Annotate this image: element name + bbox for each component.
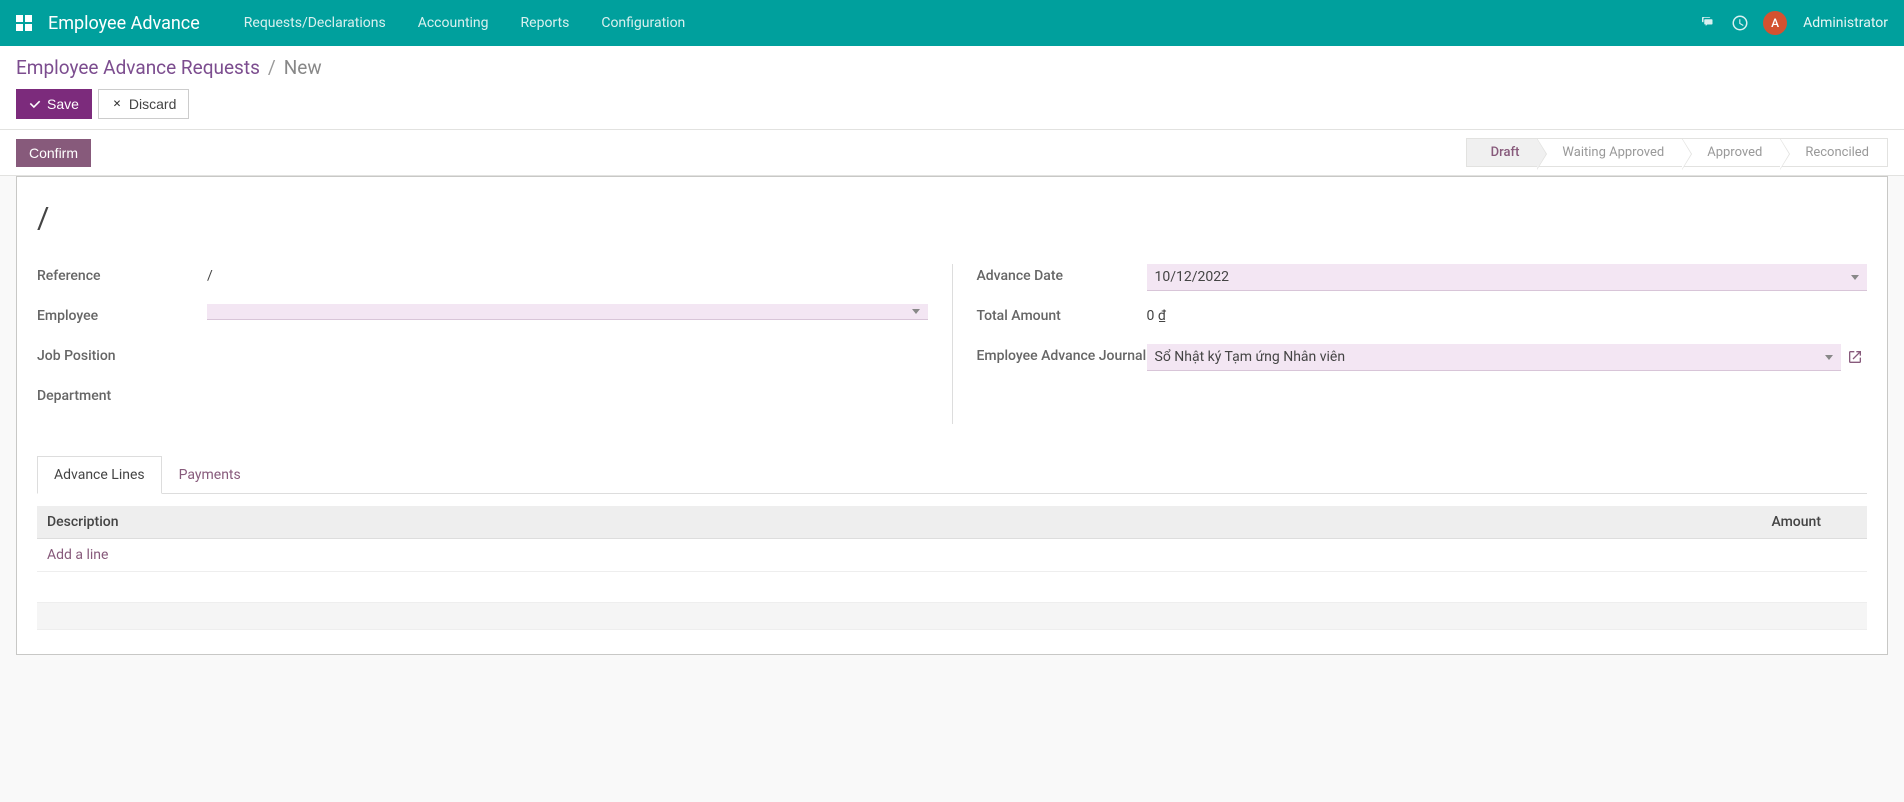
form-col-left: Reference / Employee Job Position <box>37 264 953 424</box>
form-sheet: / Reference / Employee <box>16 176 1888 655</box>
advance-lines-table: Description Amount Add a line <box>37 506 1867 572</box>
tab-content: Description Amount Add a line <box>37 494 1867 630</box>
menu-requests-declarations[interactable]: Requests/Declarations <box>228 0 402 46</box>
page-title: / <box>37 201 1867 236</box>
status-approved[interactable]: Approved <box>1683 138 1781 167</box>
control-panel: Employee Advance Requests / New Save Dis… <box>0 46 1904 130</box>
chevron-down-icon <box>912 309 920 314</box>
label-department: Department <box>37 384 207 404</box>
label-totalamount: Total Amount <box>977 304 1147 324</box>
advancedate-field[interactable]: 10/12/2022 <box>1147 264 1868 291</box>
menu-accounting[interactable]: Accounting <box>402 0 505 46</box>
breadcrumb: Employee Advance Requests / New <box>16 56 1888 79</box>
table-footer-spacer <box>37 602 1867 630</box>
label-employee: Employee <box>37 304 207 324</box>
save-button[interactable]: Save <box>16 89 92 119</box>
value-department <box>207 384 928 392</box>
table-row: Add a line <box>37 539 1867 572</box>
clock-icon[interactable] <box>1731 14 1749 32</box>
journal-value: Sổ Nhật ký Tạm ứng Nhân viên <box>1155 349 1346 365</box>
chat-icon[interactable] <box>1699 14 1717 32</box>
col-description: Description <box>37 506 1711 539</box>
label-advancedate: Advance Date <box>977 264 1147 284</box>
confirm-button[interactable]: Confirm <box>16 139 91 167</box>
tab-advance-lines[interactable]: Advance Lines <box>37 456 162 494</box>
col-amount: Amount <box>1711 506 1831 539</box>
row-employee: Employee <box>37 304 928 332</box>
value-jobposition <box>207 344 928 352</box>
statusbar: Draft Waiting Approved Approved Reconcil… <box>1466 138 1888 167</box>
discard-button-label: Discard <box>129 96 176 112</box>
row-totalamount: Total Amount 0 ₫ <box>977 304 1868 332</box>
tab-headers: Advance Lines Payments <box>37 456 1867 494</box>
advancedate-value: 10/12/2022 <box>1155 269 1230 285</box>
row-department: Department <box>37 384 928 412</box>
tab-payments[interactable]: Payments <box>162 456 258 494</box>
chevron-down-icon <box>1825 355 1833 360</box>
breadcrumb-parent[interactable]: Employee Advance Requests <box>16 56 260 79</box>
status-draft[interactable]: Draft <box>1466 138 1539 167</box>
statusbar-row: Confirm Draft Waiting Approved Approved … <box>0 130 1904 176</box>
external-link-icon[interactable] <box>1845 347 1865 367</box>
chevron-down-icon <box>1851 275 1859 280</box>
label-journal: Employee Advance Journal <box>977 344 1147 364</box>
add-line-link[interactable]: Add a line <box>47 547 108 563</box>
value-totalamount: 0 ₫ <box>1147 304 1868 328</box>
apps-icon[interactable] <box>16 15 32 31</box>
user-name[interactable]: Administrator <box>1803 15 1888 31</box>
row-advancedate: Advance Date 10/12/2022 <box>977 264 1868 292</box>
navbar-right: A Administrator <box>1699 11 1888 35</box>
top-navbar: Employee Advance Requests/Declarations A… <box>0 0 1904 46</box>
discard-button[interactable]: Discard <box>98 89 189 119</box>
form-col-right: Advance Date 10/12/2022 Total Amount 0 ₫… <box>953 264 1868 424</box>
app-brand[interactable]: Employee Advance <box>48 13 200 34</box>
label-reference: Reference <box>37 264 207 284</box>
breadcrumb-separator: / <box>268 56 276 79</box>
row-journal: Employee Advance Journal Sổ Nhật ký Tạm … <box>977 344 1868 372</box>
row-jobposition: Job Position <box>37 344 928 372</box>
cp-buttons: Save Discard <box>16 89 1888 129</box>
journal-field[interactable]: Sổ Nhật ký Tạm ứng Nhân viên <box>1147 344 1842 371</box>
menu-configuration[interactable]: Configuration <box>585 0 701 46</box>
close-icon <box>111 98 123 110</box>
status-reconciled[interactable]: Reconciled <box>1781 138 1888 167</box>
avatar[interactable]: A <box>1763 11 1787 35</box>
status-waiting-approved[interactable]: Waiting Approved <box>1538 138 1683 167</box>
form-columns: Reference / Employee Job Position <box>37 264 1867 424</box>
save-button-label: Save <box>47 96 79 112</box>
sheet-bg: / Reference / Employee <box>0 176 1904 671</box>
value-reference: / <box>207 264 928 288</box>
navbar-menu: Requests/Declarations Accounting Reports… <box>228 0 702 46</box>
check-icon <box>29 98 41 110</box>
breadcrumb-current: New <box>284 56 322 79</box>
col-actions <box>1831 506 1867 539</box>
row-reference: Reference / <box>37 264 928 292</box>
tabs: Advance Lines Payments Description Amoun… <box>37 456 1867 630</box>
menu-reports[interactable]: Reports <box>505 0 586 46</box>
label-jobposition: Job Position <box>37 344 207 364</box>
employee-field[interactable] <box>207 304 928 320</box>
